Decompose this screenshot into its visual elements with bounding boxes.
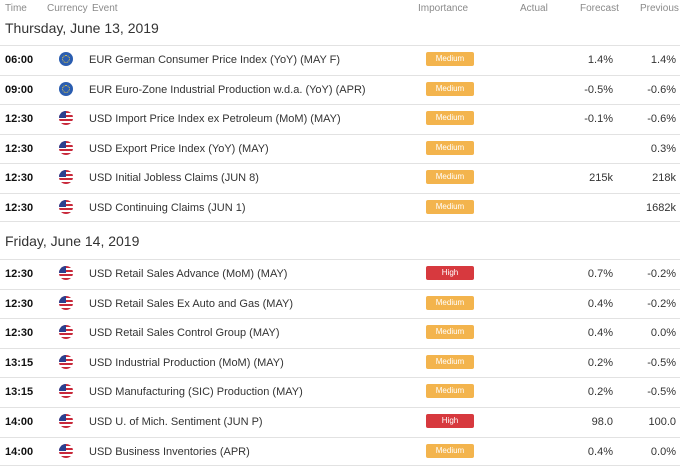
header-previous: Previous [640, 3, 679, 14]
event-name[interactable]: USD Retail Sales Control Group (MAY) [89, 327, 280, 339]
eu-flag-icon [59, 52, 73, 66]
event-time: 14:00 [5, 416, 34, 428]
day-title: Friday, June 14, 2019 [5, 233, 140, 249]
event-name[interactable]: USD Business Inventories (APR) [89, 446, 250, 458]
event-time: 12:30 [5, 113, 34, 126]
event-row[interactable]: 09:00 EUR Euro-Zone Industrial Production… [0, 74, 680, 104]
event-row[interactable]: 12:30 USD Retail Sales Ex Auto and Gas (M… [0, 288, 680, 318]
event-time: 12:30 [5, 297, 34, 310]
header-actual: Actual [520, 3, 548, 14]
importance-badge: Medium [426, 200, 474, 214]
event-time: 14:00 [5, 445, 34, 458]
previous-value: 0.3% [650, 142, 676, 155]
column-header-row: Time Currency Event Importance Actual Fo… [0, 0, 680, 18]
forecast-value: -0.1% [584, 113, 613, 126]
importance-badge: Medium [426, 354, 474, 369]
forecast-value: 0.4% [587, 445, 613, 458]
event-name[interactable]: EUR German Consumer Price Index (YoY) (M… [89, 54, 340, 66]
importance-badge: Medium [426, 81, 474, 96]
forecast-value: 0.2% [587, 386, 613, 399]
header-event: Event [92, 3, 118, 14]
forecast-value: 0.2% [587, 356, 613, 369]
importance-badge: High [426, 414, 474, 428]
forecast-value: 0.4% [587, 297, 613, 310]
header-currency: Currency [47, 3, 88, 14]
previous-value: -0.6% [647, 83, 676, 96]
event-time: 13:15 [5, 386, 34, 399]
importance-badge: Medium [426, 140, 474, 155]
previous-value: 0.0% [650, 445, 676, 458]
event-name[interactable]: USD Manufacturing (SIC) Production (MAY) [89, 386, 303, 398]
us-flag-icon [59, 200, 73, 214]
event-row[interactable]: 12:30 USD Retail Sales Control Group (MAY… [0, 318, 680, 347]
previous-value: 218k [652, 172, 676, 185]
event-name[interactable]: EUR Euro-Zone Industrial Production w.d.… [89, 84, 366, 96]
header-time: Time [5, 3, 27, 14]
event-name[interactable]: USD Initial Jobless Claims (JUN 8) [89, 172, 259, 184]
event-name[interactable]: USD Export Price Index (YoY) (MAY) [89, 143, 269, 155]
header-importance: Importance [418, 3, 469, 14]
event-row[interactable]: 12:30 USD Retail Sales Advance (MoM) (MAY… [0, 259, 680, 288]
previous-value: 0.0% [650, 327, 676, 340]
us-flag-icon [59, 414, 73, 428]
header-forecast: Forecast [580, 3, 619, 14]
previous-value: 100.0 [648, 416, 676, 428]
event-row[interactable]: 13:15 USD Manufacturing (SIC) Production … [0, 377, 680, 406]
forecast-value: -0.5% [584, 83, 613, 96]
us-flag-icon [59, 266, 73, 280]
event-row[interactable]: 12:30 USD Import Price Index ex Petroleum… [0, 104, 680, 133]
event-row[interactable]: 06:00 EUR German Consumer Price Index (Yo… [0, 45, 680, 74]
event-time: 12:30 [5, 202, 34, 214]
previous-value: -0.2% [647, 268, 676, 280]
event-name[interactable]: USD U. of Mich. Sentiment (JUN P) [89, 416, 263, 428]
event-time: 12:30 [5, 172, 34, 185]
eu-flag-icon [59, 81, 73, 96]
event-row[interactable]: 13:15 USD Industrial Production (MoM) (MA… [0, 347, 680, 377]
event-row[interactable]: 12:30 USD Continuing Claims (JUN 1) Medium… [0, 193, 680, 222]
previous-value: 1.4% [650, 54, 676, 66]
event-name[interactable]: USD Industrial Production (MoM) (MAY) [89, 357, 284, 369]
forecast-value: 0.7% [587, 268, 613, 280]
us-flag-icon [59, 354, 73, 369]
previous-value: -0.2% [647, 297, 676, 310]
us-flag-icon [59, 111, 73, 126]
us-flag-icon [59, 170, 73, 185]
forecast-value: 0.4% [587, 327, 613, 340]
event-row[interactable]: 12:30 USD Initial Jobless Claims (JUN 8) M… [0, 163, 680, 192]
event-row[interactable]: 12:30 USD Export Price Index (YoY) (MAY) M… [0, 133, 680, 163]
previous-value: -0.5% [647, 386, 676, 399]
importance-badge: Medium [426, 443, 474, 458]
event-row[interactable]: 14:00 USD Business Inventories (APR) Mediu… [0, 436, 680, 466]
importance-badge: Medium [426, 295, 474, 310]
importance-badge: Medium [426, 384, 474, 399]
us-flag-icon [59, 140, 73, 155]
forecast-value: 1.4% [587, 54, 613, 66]
us-flag-icon [59, 295, 73, 310]
event-time: 09:00 [5, 83, 34, 96]
forecast-value: 98.0 [591, 416, 613, 428]
event-name[interactable]: USD Retail Sales Advance (MoM) (MAY) [89, 268, 287, 280]
event-time: 06:00 [5, 54, 34, 66]
previous-value: 1682k [646, 202, 676, 214]
event-name[interactable]: USD Continuing Claims (JUN 1) [89, 202, 246, 214]
importance-badge: Medium [426, 325, 474, 340]
importance-badge: Medium [426, 170, 474, 185]
importance-badge: Medium [426, 111, 474, 126]
us-flag-icon [59, 443, 73, 458]
previous-value: -0.6% [647, 113, 676, 126]
event-name[interactable]: USD Import Price Index ex Petroleum (MoM… [89, 113, 341, 125]
event-time: 13:15 [5, 356, 34, 369]
us-flag-icon [59, 384, 73, 399]
event-time: 12:30 [5, 268, 34, 280]
event-time: 12:30 [5, 142, 34, 155]
importance-badge: Medium [426, 52, 474, 66]
forecast-value: 215k [589, 172, 613, 185]
previous-value: -0.5% [647, 356, 676, 369]
event-name[interactable]: USD Retail Sales Ex Auto and Gas (MAY) [89, 298, 293, 310]
event-row[interactable]: 14:00 USD U. of Mich. Sentiment (JUN P) Hi… [0, 407, 680, 436]
day-title: Thursday, June 13, 2019 [5, 20, 159, 36]
us-flag-icon [59, 325, 73, 340]
event-time: 12:30 [5, 327, 34, 340]
importance-badge: High [426, 266, 474, 280]
